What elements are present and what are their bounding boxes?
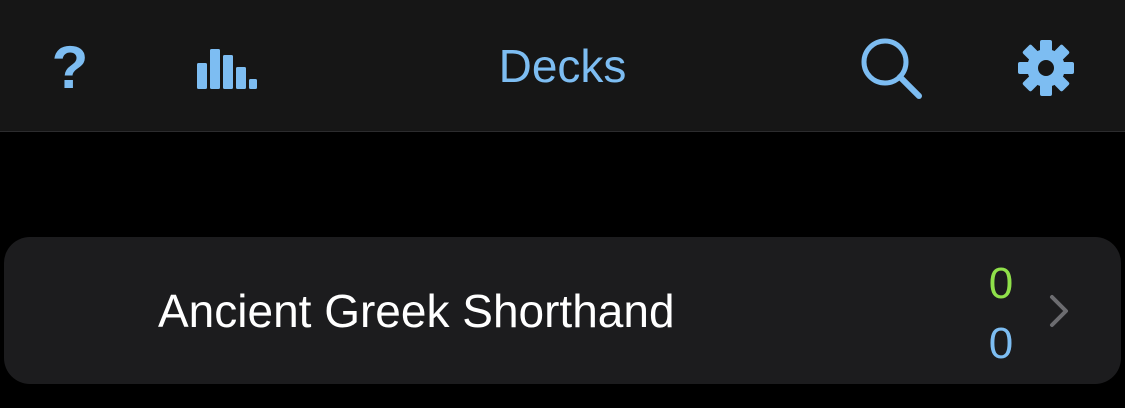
search-button[interactable] (849, 26, 933, 110)
chevron-right-icon (1050, 295, 1068, 327)
page-title: Decks (498, 40, 627, 92)
search-icon (861, 38, 922, 99)
navigation-bar: ? Decks (0, 0, 1125, 132)
question-mark-icon: ? (51, 34, 89, 101)
review-card-count: 0 (988, 319, 1014, 368)
deck-row[interactable]: Ancient Greek Shorthand 0 0 (4, 237, 1121, 384)
gear-icon (1018, 40, 1074, 96)
bar-chart-icon (197, 49, 257, 89)
help-button[interactable]: ? (28, 26, 112, 110)
statistics-button[interactable] (185, 26, 269, 110)
settings-button[interactable] (1004, 26, 1088, 110)
deck-name: Ancient Greek Shorthand (158, 284, 675, 337)
new-card-count: 0 (988, 259, 1014, 308)
